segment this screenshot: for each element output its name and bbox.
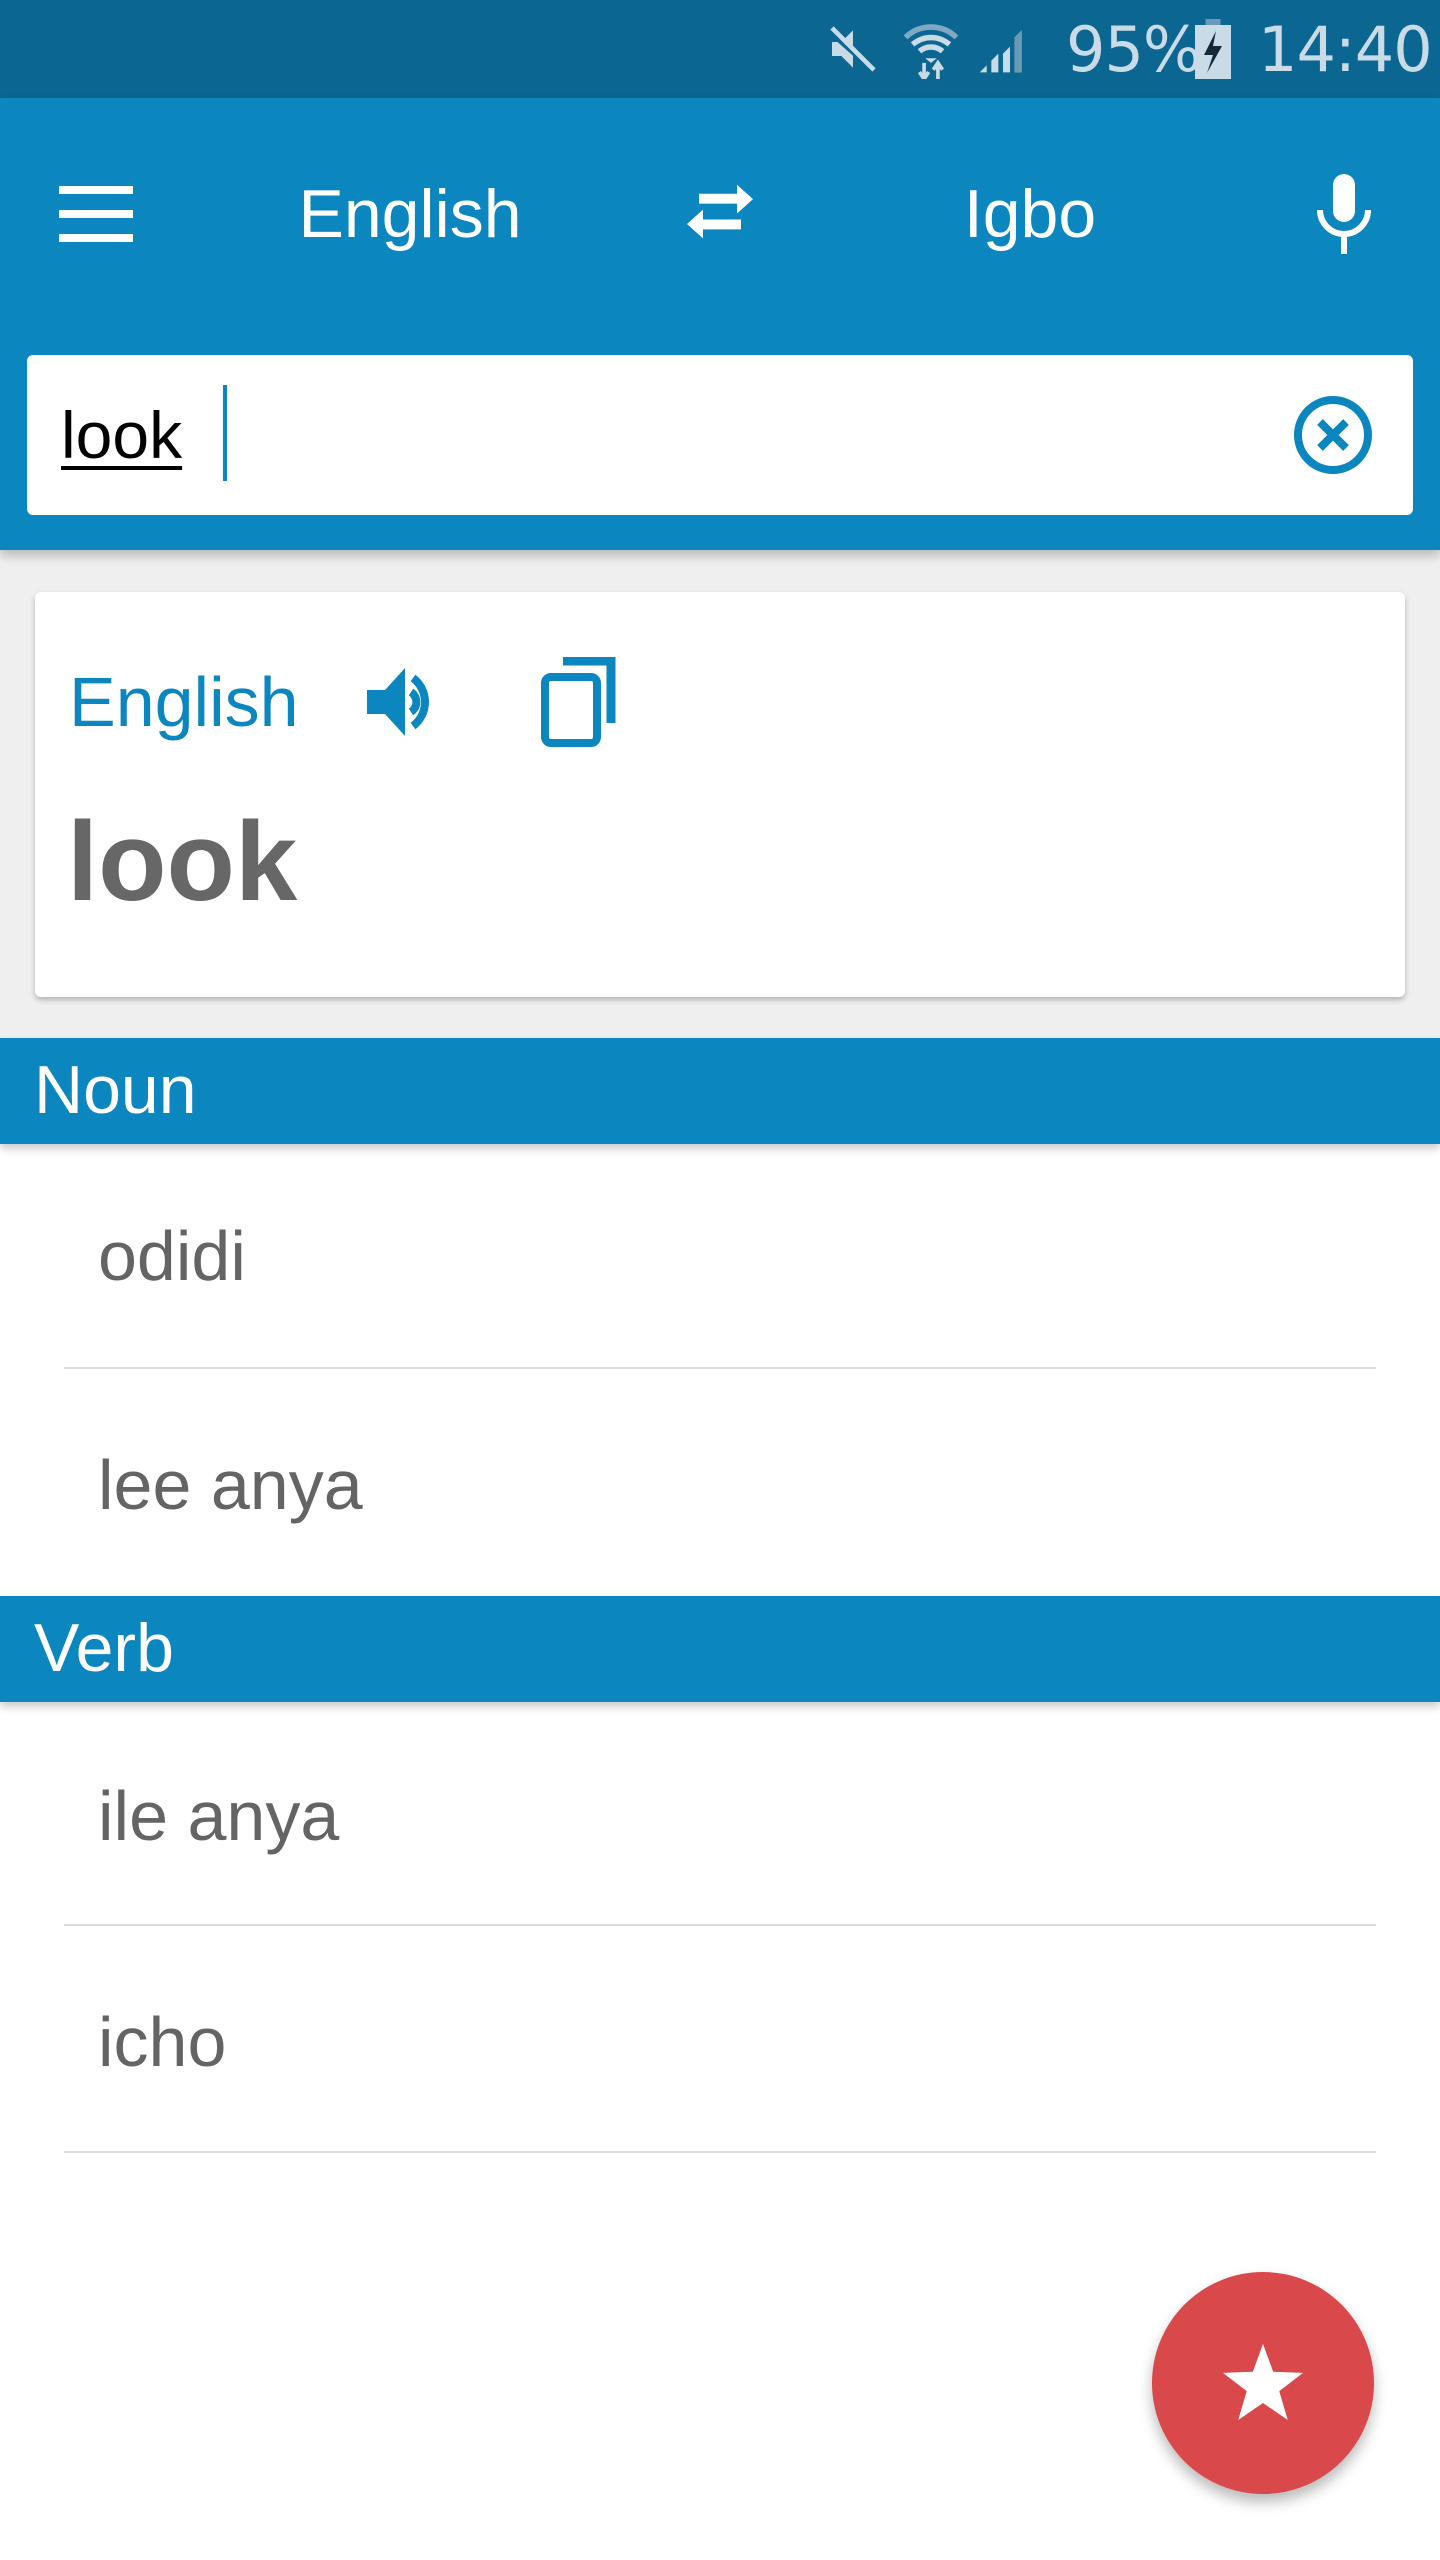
clock: 14:40: [1258, 12, 1433, 86]
star-icon: [1222, 2344, 1304, 2420]
translation-text: icho: [98, 2003, 227, 2081]
mute-icon: [825, 0, 881, 98]
target-language-button[interactable]: Igbo: [870, 174, 1190, 254]
clear-icon: [1294, 396, 1372, 474]
menu-icon: [59, 186, 133, 242]
translation-text: lee anya: [98, 1446, 363, 1524]
wifi-icon: [903, 0, 959, 98]
search-input[interactable]: look: [61, 395, 182, 475]
search-box[interactable]: look: [27, 355, 1413, 515]
microphone-button[interactable]: [1288, 158, 1400, 270]
list-item[interactable]: icho: [0, 1926, 1440, 2150]
text-caret: [223, 385, 227, 481]
toolbar: English Igbo look: [0, 98, 1440, 550]
swap-icon: [687, 184, 753, 239]
speak-button[interactable]: [355, 652, 455, 752]
battery-charging-icon: [1195, 0, 1231, 98]
section-label: Noun: [34, 1052, 197, 1128]
battery-percent: 95%: [1066, 12, 1202, 86]
source-language-button[interactable]: English: [250, 174, 570, 254]
section-header-noun: Noun: [0, 1038, 1440, 1144]
list-item[interactable]: ile anya: [0, 1702, 1440, 1926]
favorite-button[interactable]: [1152, 2272, 1374, 2494]
swap-languages-button[interactable]: [664, 158, 776, 270]
translation-text: ile anya: [98, 1777, 340, 1855]
list-item[interactable]: lee anya: [0, 1369, 1440, 1593]
speaker-icon: [367, 668, 429, 736]
clear-button[interactable]: [1273, 375, 1393, 495]
divider: [64, 2151, 1376, 2153]
translation-text: odidi: [98, 1217, 246, 1295]
result-card: English look: [35, 592, 1405, 997]
source-word: look: [67, 799, 298, 924]
section-header-verb: Verb: [0, 1596, 1440, 1702]
signal-icon: [975, 0, 1031, 98]
copy-button[interactable]: [525, 647, 635, 757]
status-bar: 95% 14:40: [0, 0, 1440, 98]
menu-button[interactable]: [40, 158, 152, 270]
list-item[interactable]: odidi: [0, 1144, 1440, 1368]
section-label: Verb: [34, 1610, 174, 1686]
copy-icon: [541, 657, 616, 747]
card-language-label: English: [69, 663, 299, 741]
microphone-icon: [1317, 174, 1371, 254]
